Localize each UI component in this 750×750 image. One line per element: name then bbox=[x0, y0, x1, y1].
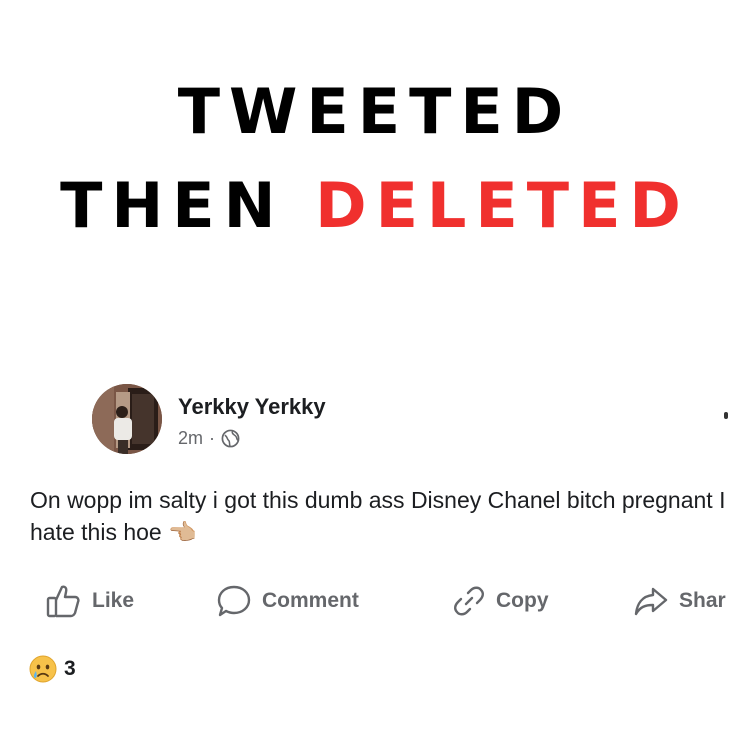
copy-button[interactable]: Copy bbox=[452, 584, 549, 618]
thumbs-up-icon bbox=[46, 585, 80, 618]
like-label: Like bbox=[92, 589, 135, 612]
avatar[interactable] bbox=[92, 384, 162, 454]
sad-face-icon bbox=[29, 655, 57, 683]
reaction-summary[interactable]: 3 bbox=[28, 654, 76, 684]
globe-icon bbox=[221, 429, 240, 448]
headline-deleted: DELETED bbox=[315, 169, 690, 242]
share-label: Shar bbox=[679, 589, 726, 612]
share-button[interactable]: Shar bbox=[633, 584, 750, 618]
comment-button[interactable]: Comment bbox=[216, 584, 359, 618]
post-body: On wopp im salty i got this dumb ass Dis… bbox=[30, 484, 730, 548]
copy-label: Copy bbox=[496, 589, 549, 612]
comment-label: Comment bbox=[262, 589, 359, 612]
reaction-count: 3 bbox=[64, 657, 76, 680]
avatar-photo bbox=[92, 384, 162, 454]
like-button[interactable]: Like bbox=[46, 584, 134, 618]
post-author-name[interactable]: Yerkky Yerkky bbox=[178, 394, 326, 420]
headline-line-2: THEN DELETED bbox=[0, 170, 750, 242]
more-options-icon[interactable] bbox=[724, 412, 728, 419]
meta-separator: · bbox=[209, 428, 216, 448]
headline-line-1: TWEETED bbox=[0, 76, 750, 148]
comment-bubble-icon bbox=[217, 585, 251, 617]
pointing-hand-emoji: 👈🏼 bbox=[168, 519, 197, 545]
headline-then: THEN bbox=[60, 169, 285, 242]
share-arrow-icon bbox=[634, 587, 668, 616]
post-meta: 2m · bbox=[178, 428, 240, 449]
headline-tweeted: TWEETED bbox=[177, 75, 573, 148]
facebook-post-card: Yerkky Yerkky 2m · On wopp im salty i go… bbox=[0, 378, 750, 750]
post-timestamp[interactable]: 2m bbox=[178, 428, 203, 449]
post-text: On wopp im salty i got this dumb ass Dis… bbox=[30, 487, 726, 545]
link-icon bbox=[454, 586, 484, 616]
